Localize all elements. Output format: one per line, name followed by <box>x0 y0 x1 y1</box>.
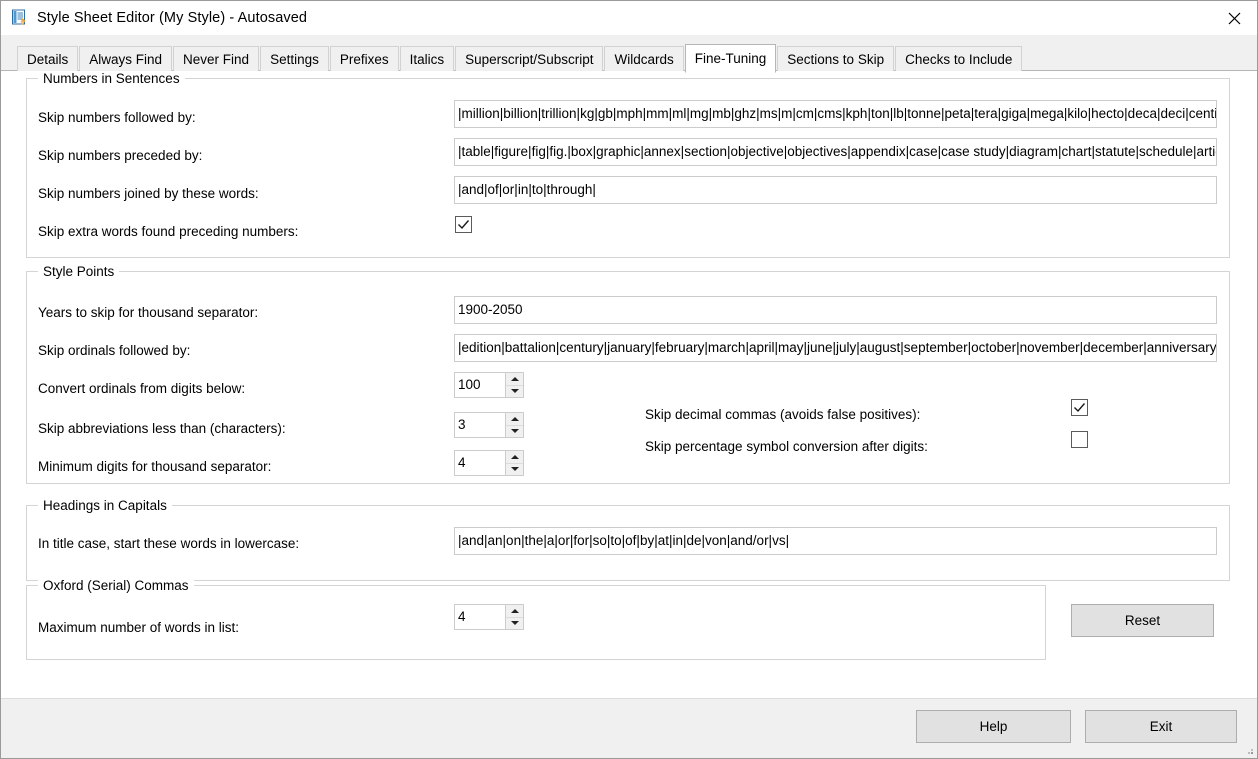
label-skip-numbers-followed-by: Skip numbers followed by: <box>38 110 196 126</box>
skip-numbers-joined-by-input[interactable]: |and|of|or|in|to|through| <box>454 176 1217 204</box>
years-to-skip-input[interactable]: 1900-2050 <box>454 296 1217 324</box>
stylesheet-document-icon <box>11 9 29 27</box>
chevron-up-icon <box>511 455 519 459</box>
tab-superscript-subscript[interactable]: Superscript/Subscript <box>455 46 603 71</box>
tab-italics[interactable]: Italics <box>400 46 455 71</box>
minimum-digits-thousand-separator-stepper[interactable]: 4 <box>454 450 524 476</box>
tab-fine-tuning[interactable]: Fine-Tuning <box>685 44 777 73</box>
maximum-words-in-list-stepper[interactable]: 4 <box>454 604 524 630</box>
label-skip-numbers-joined-by: Skip numbers joined by these words: <box>38 186 259 202</box>
tab-prefixes[interactable]: Prefixes <box>330 46 399 71</box>
group-title-oxford-serial-commas: Oxford (Serial) Commas <box>38 578 194 593</box>
stepper-up-button[interactable] <box>506 413 523 426</box>
resize-grip-icon[interactable] <box>1244 745 1254 755</box>
skip-extra-words-preceding-numbers-checkbox[interactable] <box>455 216 472 233</box>
tab-settings[interactable]: Settings <box>260 46 329 71</box>
tab-details[interactable]: Details <box>17 46 78 71</box>
stepper-buttons <box>505 413 523 437</box>
chevron-down-icon <box>511 429 519 433</box>
skip-abbreviations-less-than-stepper[interactable]: 3 <box>454 412 524 438</box>
tab-wildcards[interactable]: Wildcards <box>604 46 683 71</box>
group-title-headings-in-capitals: Headings in Capitals <box>38 498 172 513</box>
label-skip-abbreviations-less-than: Skip abbreviations less than (characters… <box>38 421 286 437</box>
stepper-down-button[interactable] <box>506 464 523 476</box>
label-title-case-lowercase-words: In title case, start these words in lowe… <box>38 536 299 552</box>
checkmark-icon <box>1072 400 1087 415</box>
stepper-down-button[interactable] <box>506 386 523 398</box>
tab-never-find[interactable]: Never Find <box>173 46 259 71</box>
chevron-up-icon <box>511 609 519 613</box>
label-skip-extra-words-preceding-numbers: Skip extra words found preceding numbers… <box>38 224 298 240</box>
convert-ordinals-from-digits-below-stepper[interactable]: 100 <box>454 372 524 398</box>
minimum-digits-value: 4 <box>455 451 505 475</box>
label-years-to-skip: Years to skip for thousand separator: <box>38 305 258 321</box>
stepper-down-button[interactable] <box>506 426 523 438</box>
stepper-up-button[interactable] <box>506 605 523 618</box>
stepper-buttons <box>505 373 523 397</box>
label-skip-numbers-preceded-by: Skip numbers preceded by: <box>38 148 202 164</box>
stepper-up-button[interactable] <box>506 451 523 464</box>
convert-ordinals-value: 100 <box>455 373 505 397</box>
window-title: Style Sheet Editor (My Style) - Autosave… <box>37 10 307 26</box>
group-title-numbers-in-sentences: Numbers in Sentences <box>38 71 185 86</box>
title-case-lowercase-words-input[interactable]: |and|an|on|the|a|or|for|so|to|of|by|at|i… <box>454 527 1217 555</box>
tab-checks-to-include[interactable]: Checks to Include <box>895 46 1022 71</box>
stepper-buttons <box>505 451 523 475</box>
tab-sections-to-skip[interactable]: Sections to Skip <box>777 46 894 71</box>
skip-percentage-symbol-conversion-checkbox[interactable] <box>1071 431 1088 448</box>
maximum-words-value: 4 <box>455 605 505 629</box>
close-icon <box>1228 12 1241 25</box>
chevron-down-icon <box>511 621 519 625</box>
tab-always-find[interactable]: Always Find <box>79 46 172 71</box>
chevron-up-icon <box>511 377 519 381</box>
chevron-down-icon <box>511 389 519 393</box>
skip-ordinals-followed-by-input[interactable]: |edition|battalion|century|january|febru… <box>454 334 1217 362</box>
label-convert-ordinals-from-digits-below: Convert ordinals from digits below: <box>38 381 245 397</box>
label-skip-percentage-symbol-conversion: Skip percentage symbol conversion after … <box>645 439 928 455</box>
label-minimum-digits-thousand-separator: Minimum digits for thousand separator: <box>38 459 271 475</box>
skip-numbers-followed-by-input[interactable]: |million|billion|trillion|kg|gb|mph|mm|m… <box>454 100 1217 128</box>
style-sheet-editor-window: Style Sheet Editor (My Style) - Autosave… <box>0 0 1258 759</box>
skip-abbreviations-value: 3 <box>455 413 505 437</box>
checkmark-icon <box>456 217 471 232</box>
label-maximum-words-in-list: Maximum number of words in list: <box>38 620 239 636</box>
skip-decimal-commas-checkbox[interactable] <box>1071 399 1088 416</box>
chevron-up-icon <box>511 417 519 421</box>
close-window-button[interactable] <box>1211 1 1257 35</box>
label-skip-decimal-commas: Skip decimal commas (avoids false positi… <box>645 407 920 423</box>
help-button[interactable]: Help <box>916 710 1071 743</box>
title-bar: Style Sheet Editor (My Style) - Autosave… <box>1 1 1257 35</box>
stepper-buttons <box>505 605 523 629</box>
dialog-footer: Help Exit <box>1 698 1257 758</box>
stepper-down-button[interactable] <box>506 618 523 630</box>
tab-strip: Details Always Find Never Find Settings … <box>17 44 1257 71</box>
reset-button[interactable]: Reset <box>1071 604 1214 637</box>
tab-bar: Details Always Find Never Find Settings … <box>1 35 1257 71</box>
stepper-up-button[interactable] <box>506 373 523 386</box>
chevron-down-icon <box>511 467 519 471</box>
exit-button[interactable]: Exit <box>1085 710 1237 743</box>
label-skip-ordinals-followed-by: Skip ordinals followed by: <box>38 343 190 359</box>
group-title-style-points: Style Points <box>38 264 119 279</box>
skip-numbers-preceded-by-input[interactable]: |table|figure|fig|fig.|box|graphic|annex… <box>454 138 1217 166</box>
fine-tuning-panel: Numbers in Sentences Skip numbers follow… <box>1 70 1257 698</box>
